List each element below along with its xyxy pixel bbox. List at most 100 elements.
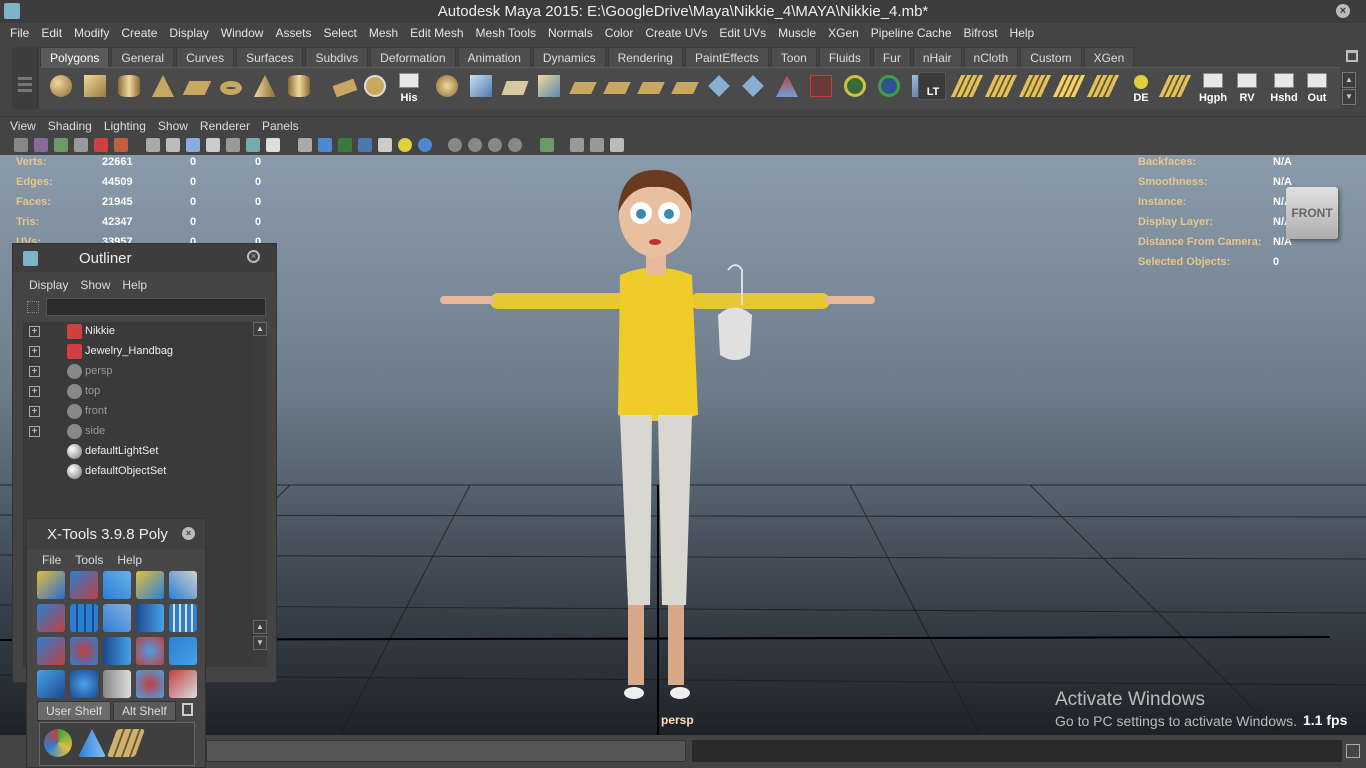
xtools-menu-file[interactable]: File (35, 553, 68, 567)
four-view-icon[interactable] (590, 138, 604, 152)
tab-ncloth[interactable]: nCloth (963, 47, 1019, 67)
xray-icon[interactable] (246, 138, 260, 152)
panel-menu-panels[interactable]: Panels (256, 119, 305, 133)
outliner-menu-display[interactable]: Display (23, 278, 74, 292)
panel-menu-show[interactable]: Show (152, 119, 194, 133)
view-cube[interactable]: FRONT (1286, 187, 1338, 239)
scroll-up-icon[interactable]: ▲ (253, 620, 267, 634)
scroll-up-icon[interactable]: ▲ (253, 322, 267, 336)
tab-user-shelf[interactable]: User Shelf (37, 701, 112, 721)
xtools-close-button[interactable]: × (182, 527, 195, 540)
xtool-20-icon[interactable] (169, 670, 197, 698)
menu-color[interactable]: Color (599, 26, 640, 40)
safe-action-icon[interactable] (338, 138, 352, 152)
extrude-icon[interactable] (466, 72, 496, 104)
outliner-item-nikkie[interactable]: + Nikkie (23, 322, 253, 342)
tab-alt-shelf[interactable]: Alt Shelf (113, 701, 176, 721)
select-tool-icon[interactable] (540, 138, 554, 152)
user-tool-2-icon[interactable] (78, 729, 106, 757)
safe-title-icon[interactable] (358, 138, 372, 152)
transform-icon[interactable] (874, 72, 904, 104)
expand-icon[interactable]: + (29, 326, 40, 337)
smooth-icon[interactable] (432, 72, 462, 104)
outliner-item-jewelry-handbag[interactable]: + Jewelry_Handbag (23, 342, 253, 362)
xtool-6-icon[interactable] (37, 604, 65, 632)
menu-normals[interactable]: Normals (542, 26, 599, 40)
bridge-icon[interactable] (500, 72, 530, 104)
wireframe-icon[interactable] (146, 138, 160, 152)
grid-tool-3-icon[interactable] (1018, 72, 1052, 104)
isolate-icon[interactable] (266, 138, 280, 152)
hshd-button[interactable]: Hshd (1268, 72, 1300, 104)
bookmark-icon[interactable] (54, 138, 68, 152)
menu-bifrost[interactable]: Bifrost (958, 26, 1004, 40)
split-poly-icon[interactable] (568, 72, 598, 104)
collapse-icon[interactable] (704, 72, 734, 104)
xtool-8-icon[interactable] (103, 604, 131, 632)
motion-blur-icon[interactable] (468, 138, 482, 152)
xtool-11-icon[interactable] (37, 637, 65, 665)
close-window-button[interactable]: × (1336, 4, 1350, 18)
trash-icon[interactable] (182, 703, 193, 716)
tab-toon[interactable]: Toon (770, 47, 817, 67)
menu-file[interactable]: File (4, 26, 35, 40)
sculpt-icon[interactable] (806, 72, 836, 104)
expand-icon[interactable]: + (29, 386, 40, 397)
tab-fur[interactable]: Fur (872, 47, 911, 67)
xtool-16-icon[interactable] (37, 670, 65, 698)
xtool-12-icon[interactable] (70, 637, 98, 665)
poke-icon[interactable] (738, 72, 768, 104)
menu-assets[interactable]: Assets (269, 26, 317, 40)
tab-dynamics[interactable]: Dynamics (532, 47, 606, 67)
menu-xgen[interactable]: XGen (822, 26, 865, 40)
separate-icon[interactable] (360, 72, 390, 104)
tab-subdivs[interactable]: Subdivs (305, 47, 369, 67)
scroll-down-icon[interactable]: ▼ (253, 636, 267, 650)
poly-pipe-icon[interactable] (284, 72, 314, 104)
tab-general[interactable]: General (111, 47, 175, 67)
image-plane-icon[interactable] (74, 138, 88, 152)
tab-custom[interactable]: Custom (1020, 47, 1082, 67)
expand-icon[interactable]: + (29, 346, 40, 357)
xtool-3-icon[interactable] (103, 571, 131, 599)
poly-sphere-icon[interactable] (46, 72, 76, 104)
user-tool-1-icon[interactable] (44, 729, 72, 757)
offset-loop-icon[interactable] (636, 72, 666, 104)
menu-mesh-tools[interactable]: Mesh Tools (470, 26, 542, 40)
shadows-icon[interactable] (226, 138, 240, 152)
script-editor-icon[interactable] (1346, 744, 1360, 758)
tab-nhair[interactable]: nHair (912, 47, 962, 67)
expand-icon[interactable]: + (29, 426, 40, 437)
poly-cone-icon[interactable] (148, 72, 178, 104)
outliner-menu-help[interactable]: Help (116, 278, 153, 292)
menu-window[interactable]: Window (215, 26, 270, 40)
out-button[interactable]: Out (1302, 72, 1332, 104)
grid-tool-6-icon[interactable] (1158, 72, 1192, 104)
tab-fluids[interactable]: Fluids (818, 47, 871, 67)
checker-icon[interactable] (378, 138, 392, 152)
combine-icon[interactable] (330, 72, 360, 104)
poly-pyramid-icon[interactable] (250, 72, 280, 104)
node-graph-icon[interactable] (610, 138, 624, 152)
light-bulb-icon[interactable] (398, 138, 412, 152)
ao-icon[interactable] (448, 138, 462, 152)
xtool-4-icon[interactable] (136, 571, 164, 599)
outliner-menu-show[interactable]: Show (74, 278, 116, 292)
xtool-2-icon[interactable] (70, 571, 98, 599)
tab-xgen[interactable]: XGen (1083, 47, 1135, 67)
wedge-icon[interactable] (772, 72, 802, 104)
menu-modify[interactable]: Modify (68, 26, 115, 40)
smooth-shade-icon[interactable] (166, 138, 180, 152)
xtool-10-icon[interactable] (169, 604, 197, 632)
xtool-17-icon[interactable] (70, 670, 98, 698)
menu-muscle[interactable]: Muscle (772, 26, 822, 40)
tab-deformation[interactable]: Deformation (370, 47, 456, 67)
tab-animation[interactable]: Animation (457, 47, 531, 67)
bevel-icon[interactable] (534, 72, 564, 104)
select-camera-icon[interactable] (14, 138, 28, 152)
tab-polygons[interactable]: Polygons (40, 47, 110, 67)
search-icon[interactable] (27, 301, 39, 313)
resolution-gate-icon[interactable] (298, 138, 312, 152)
rv-button[interactable]: RV (1232, 72, 1262, 104)
poly-plane-icon[interactable] (182, 72, 212, 104)
